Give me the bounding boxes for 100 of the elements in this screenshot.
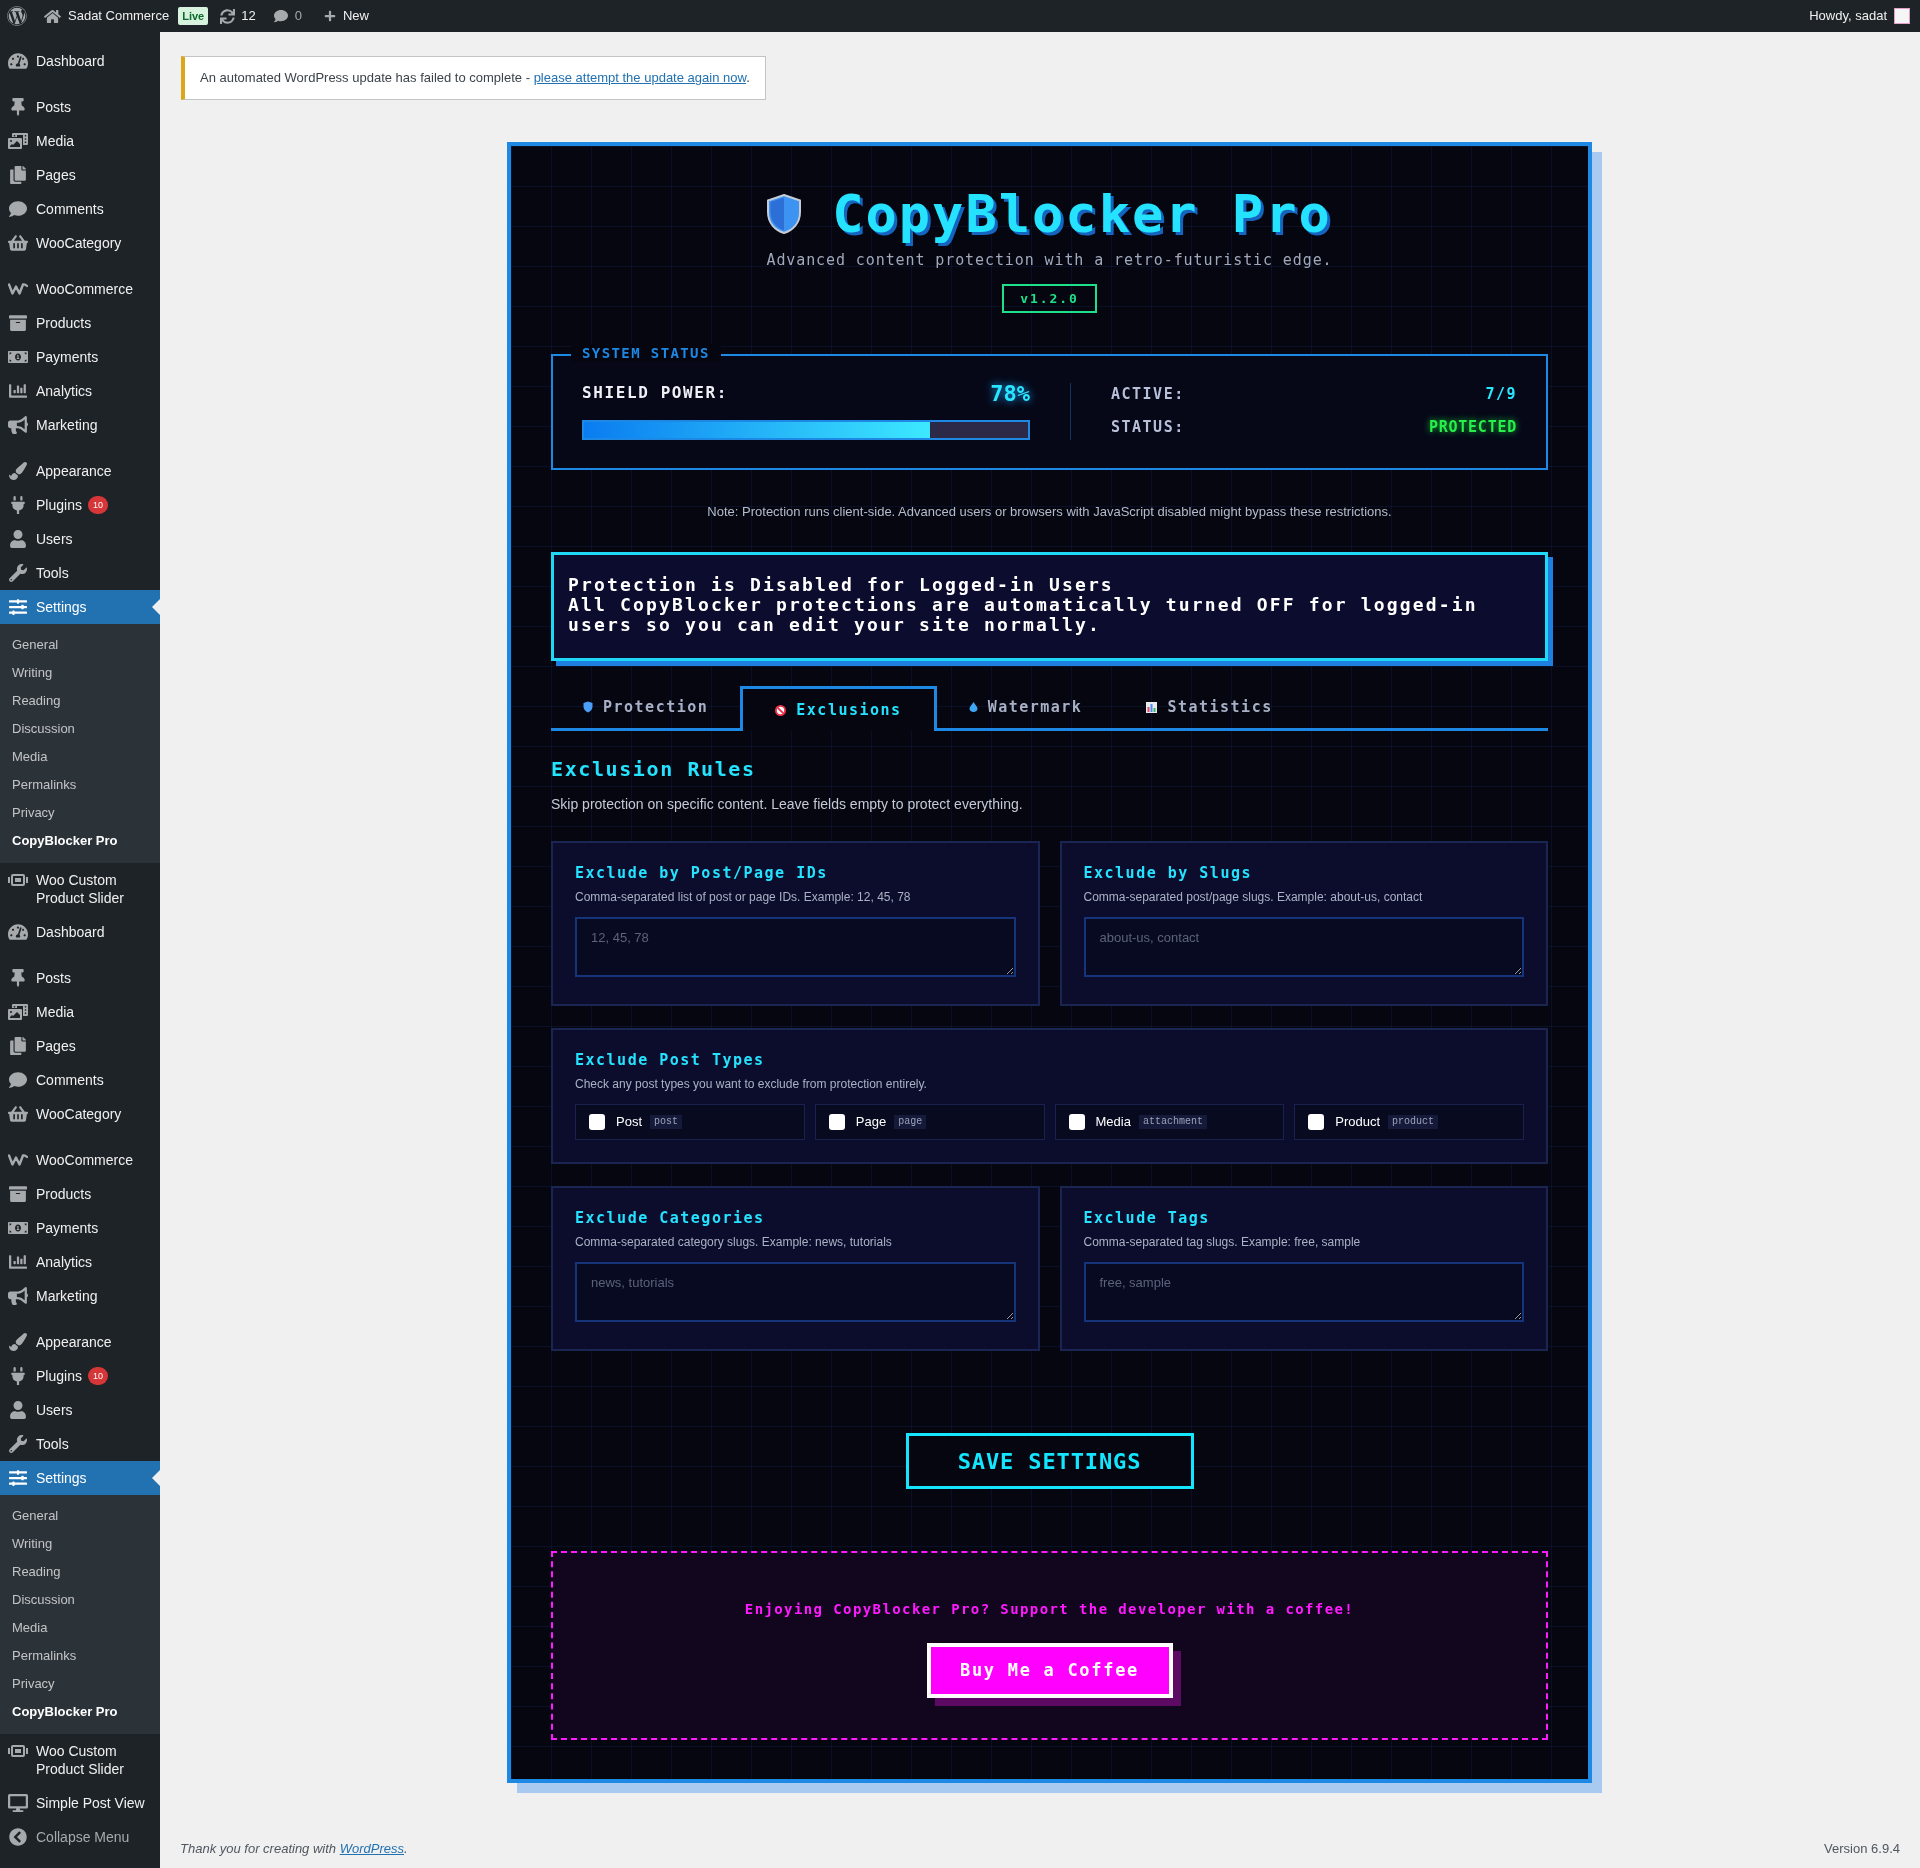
- menu-item[interactable]: Woo Custom Product Slider: [0, 863, 160, 915]
- card-title: Exclude Post Types: [575, 1052, 766, 1068]
- menu-item[interactable]: Woo Custom Product Slider: [0, 1734, 160, 1786]
- footer-link[interactable]: WordPress: [339, 1841, 404, 1856]
- text-area-field[interactable]: 12, 45, 78: [575, 917, 1016, 977]
- bar-chart-icon: [8, 1253, 28, 1271]
- menu-item[interactable]: Users: [0, 1393, 160, 1427]
- menu-item[interactable]: Posts: [0, 90, 160, 124]
- menu-item[interactable]: Products: [0, 306, 160, 340]
- submenu-item[interactable]: Reading: [0, 1558, 160, 1586]
- gauge-icon: [8, 52, 28, 70]
- new-link[interactable]: New: [323, 6, 369, 26]
- checkbox[interactable]: [1068, 1114, 1085, 1130]
- menu-item[interactable]: Plugins 10: [0, 488, 160, 522]
- text-area-field[interactable]: news, tutorials: [575, 1262, 1016, 1322]
- menu-item[interactable]: WooCategory: [0, 226, 160, 260]
- plug-icon: [8, 1367, 28, 1385]
- status-value: PROTECTED: [1428, 416, 1517, 438]
- shield-power-label: SHIELD POWER:: [582, 382, 729, 404]
- slug-tag: post: [650, 1115, 683, 1129]
- card-description: Comma-separated tag slugs. Example: free, sample: [1083, 1234, 1362, 1251]
- menu-item[interactable]: Appearance: [0, 1325, 160, 1359]
- text-area-field[interactable]: free, sample: [1083, 1262, 1524, 1322]
- menu-item[interactable]: Dashboard: [0, 44, 160, 78]
- triangle-icon: [152, 1470, 160, 1486]
- tab[interactable]: Protection: [551, 686, 741, 728]
- system-status-legend: SYSTEM STATUS: [571, 344, 721, 362]
- speech-bubble-icon: [8, 200, 28, 218]
- menu-item[interactable]: Dashboard: [0, 915, 160, 949]
- archive-box-icon: [8, 314, 28, 332]
- version-text: Version 6.9.4: [1824, 1840, 1900, 1858]
- submenu-item[interactable]: Reading: [0, 687, 160, 715]
- submenu-item[interactable]: Privacy: [0, 799, 160, 827]
- speech-bubble-icon: [273, 9, 288, 23]
- menu-item[interactable]: Tools: [0, 556, 160, 590]
- tab[interactable]: Statistics: [1114, 686, 1305, 728]
- menu-item[interactable]: WooCommerce: [0, 1143, 160, 1177]
- menu-item[interactable]: Pages: [0, 1029, 160, 1063]
- comments-link[interactable]: 0: [273, 6, 302, 26]
- wrench-icon: [8, 564, 28, 582]
- count-badge: 10: [87, 496, 108, 514]
- notice-body: All CopyBlocker protections are automatically turned OFF for logged-in users so you can edit your site normally.: [568, 595, 1479, 635]
- banknote-icon: [8, 1219, 28, 1237]
- menu-item[interactable]: WooCategory: [0, 1097, 160, 1131]
- slider-icon: [8, 871, 28, 889]
- submenu-item[interactable]: Discussion: [0, 1586, 160, 1614]
- menu-item[interactable]: Payments: [0, 1211, 160, 1245]
- menu-item[interactable]: Payments: [0, 340, 160, 374]
- submenu-item[interactable]: CopyBlocker Pro: [0, 827, 160, 855]
- updates-link[interactable]: 12: [220, 6, 256, 26]
- submenu-item[interactable]: General: [0, 631, 160, 659]
- tab[interactable]: Watermark: [936, 686, 1115, 728]
- bar-chart-icon: [1146, 701, 1158, 713]
- submenu-item[interactable]: CopyBlocker Pro: [0, 1698, 160, 1726]
- submenu-item[interactable]: Discussion: [0, 715, 160, 743]
- menu-item[interactable]: Comments: [0, 192, 160, 226]
- checkbox[interactable]: [589, 1114, 605, 1130]
- menu-item[interactable]: Marketing: [0, 1279, 160, 1313]
- menu-item[interactable]: Posts: [0, 961, 160, 995]
- menu-item[interactable]: Plugins 10: [0, 1359, 160, 1393]
- checkbox[interactable]: [1308, 1114, 1325, 1130]
- image-film-icon: [8, 132, 28, 150]
- menu-item[interactable]: Settings: [0, 1461, 160, 1495]
- menu-item[interactable]: Comments: [0, 1063, 160, 1097]
- submenu-item[interactable]: General: [0, 1502, 160, 1530]
- submenu-item[interactable]: Permalinks: [0, 771, 160, 799]
- menu-item[interactable]: Analytics: [0, 1245, 160, 1279]
- menu-item[interactable]: WooCommerce: [0, 272, 160, 306]
- submenu-item[interactable]: Media: [0, 743, 160, 771]
- text-area-field[interactable]: about-us, contact: [1083, 917, 1524, 977]
- submenu-item[interactable]: Privacy: [0, 1670, 160, 1698]
- submenu-item[interactable]: Writing: [0, 659, 160, 687]
- menu-item[interactable]: Media: [0, 995, 160, 1029]
- slug-tag: attachment: [1138, 1115, 1207, 1129]
- submenu-item[interactable]: Media: [0, 1614, 160, 1642]
- card-title: Exclude Categories: [575, 1210, 766, 1226]
- submenu-item[interactable]: Permalinks: [0, 1642, 160, 1670]
- save-settings-button[interactable]: SAVE SETTINGS: [905, 1433, 1194, 1489]
- logo-icon[interactable]: [7, 6, 27, 26]
- shield-icon: [583, 701, 593, 713]
- menu-item[interactable]: Users: [0, 522, 160, 556]
- collapse-menu-button[interactable]: Collapse Menu: [0, 1820, 160, 1854]
- menu-item[interactable]: Appearance: [0, 454, 160, 488]
- menu-item[interactable]: Tools: [0, 1427, 160, 1461]
- menu-item[interactable]: Pages: [0, 158, 160, 192]
- menu-item[interactable]: Settings: [0, 590, 160, 624]
- checkbox[interactable]: [828, 1114, 845, 1130]
- archive-box-icon: [8, 1185, 28, 1203]
- home-icon: [44, 8, 61, 24]
- account-link[interactable]: Howdy, sadat: [1809, 6, 1910, 26]
- menu-item[interactable]: Simple Post View: [0, 1786, 160, 1820]
- menu-item[interactable]: Analytics: [0, 374, 160, 408]
- option-label: Media: [1095, 1113, 1131, 1131]
- tab[interactable]: Exclusions: [740, 686, 937, 731]
- menu-item[interactable]: Products: [0, 1177, 160, 1211]
- site-link[interactable]: Sadat Commerce: [44, 6, 170, 26]
- option-label: Product: [1335, 1113, 1381, 1131]
- menu-item[interactable]: Marketing: [0, 408, 160, 442]
- submenu-item[interactable]: Writing: [0, 1530, 160, 1558]
- menu-item[interactable]: Media: [0, 124, 160, 158]
